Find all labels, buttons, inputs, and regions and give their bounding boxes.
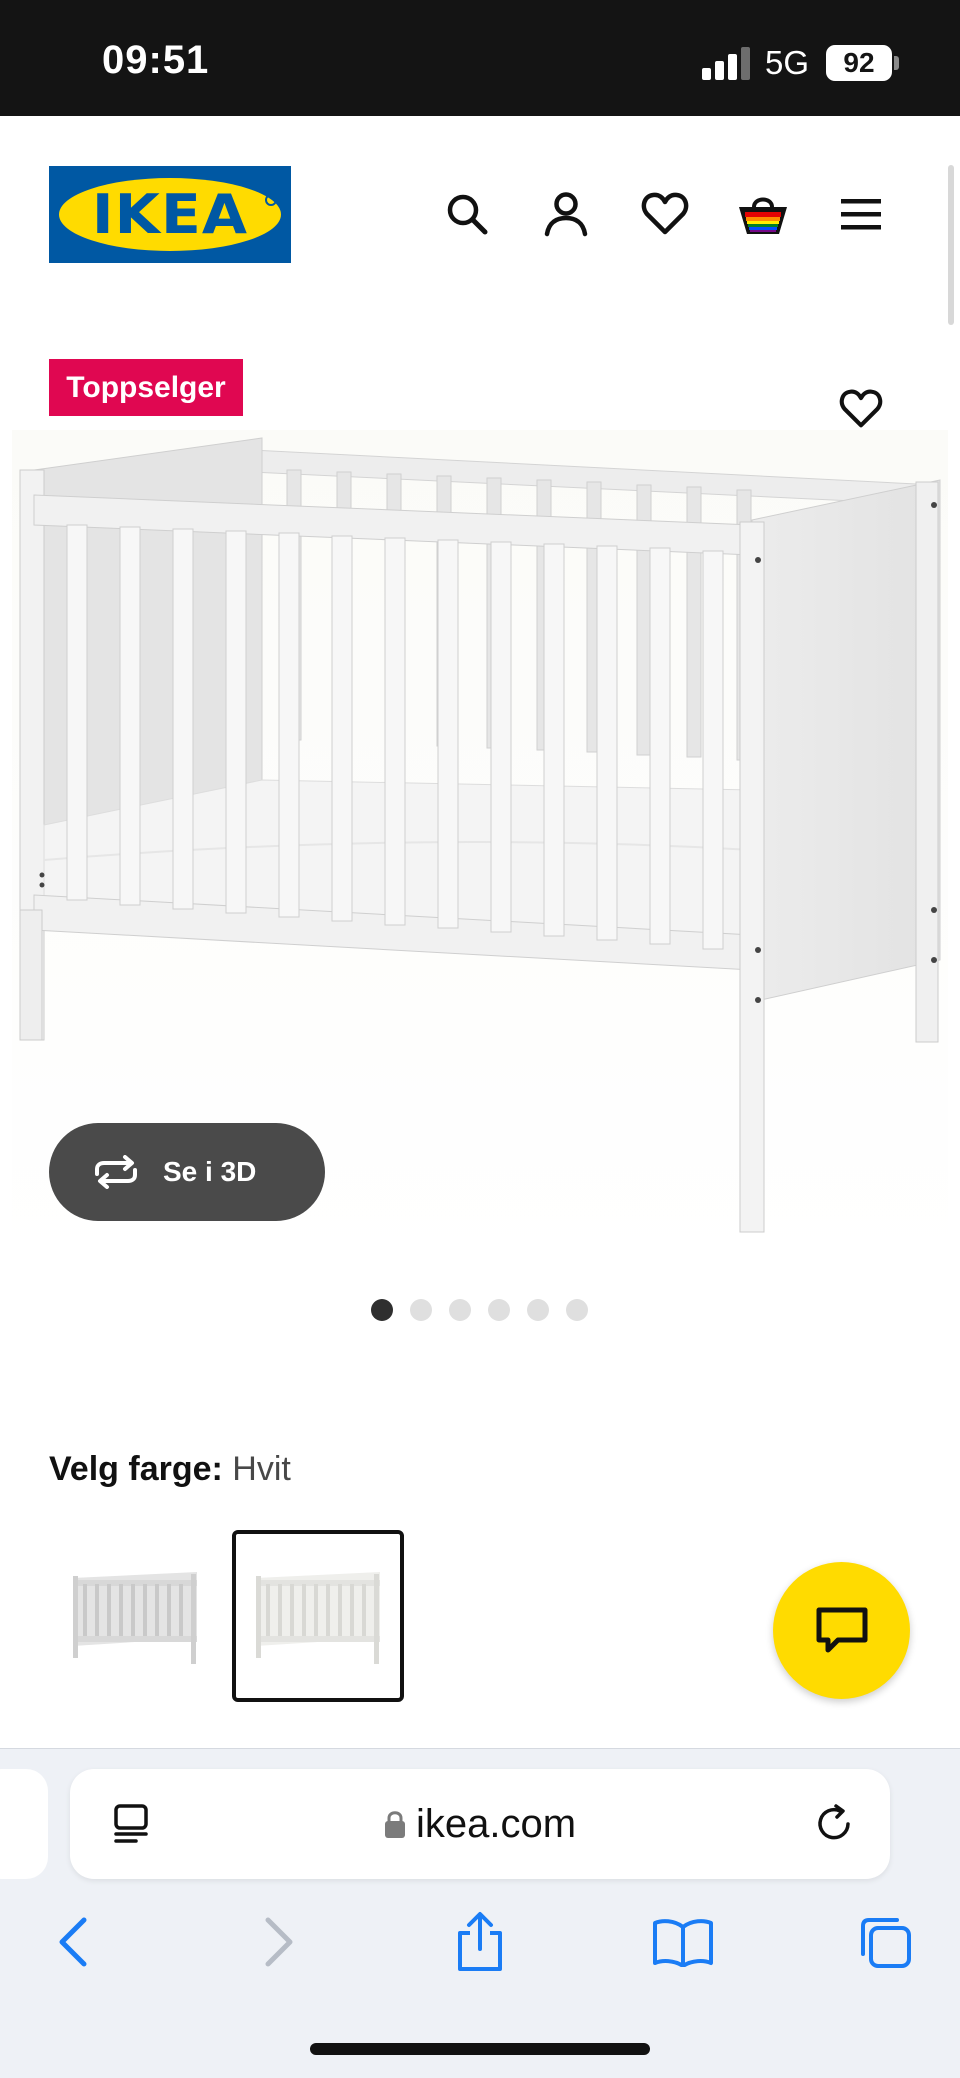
ikea-logo[interactable]: IKEA [49, 166, 291, 263]
view-in-3d-label: Se i 3D [163, 1156, 257, 1187]
lock-icon [384, 1811, 405, 1838]
home-indicator [310, 2043, 650, 2055]
carousel-dot[interactable] [566, 1299, 588, 1321]
battery-icon [894, 56, 899, 70]
rotate-3d-icon [95, 1155, 137, 1189]
color-swatch-2-selected[interactable] [232, 1530, 404, 1702]
color-swatch-1[interactable] [49, 1530, 221, 1702]
favourites-icon[interactable] [633, 182, 697, 246]
color-label-key: Velg farge: [49, 1450, 223, 1488]
menu-icon[interactable] [829, 182, 893, 246]
previous-tab-preview[interactable] [0, 1769, 48, 1879]
reload-icon[interactable] [814, 1802, 858, 1846]
site-header: IKEA [0, 116, 960, 316]
url-text: ikea.com [415, 1801, 577, 1846]
battery-level: 92 [826, 45, 892, 81]
carousel-dot[interactable] [488, 1299, 510, 1321]
status-time: 09:51 [102, 38, 210, 82]
back-icon[interactable] [38, 1907, 108, 1977]
logo-text: IKEA [91, 183, 249, 246]
share-icon[interactable] [445, 1907, 515, 1977]
address-bar[interactable]: ikea.com [70, 1769, 890, 1879]
carousel-dot[interactable] [449, 1299, 471, 1321]
account-icon[interactable] [534, 182, 598, 246]
shopping-bag-icon[interactable] [731, 182, 795, 246]
status-bar: 09:51 5G 92 [0, 0, 960, 116]
chat-button[interactable] [773, 1562, 910, 1699]
product-favourite-icon[interactable] [832, 380, 890, 438]
carousel-pagination [371, 1299, 588, 1321]
chat-icon [816, 1607, 867, 1652]
cellular-signal-icon [702, 46, 750, 80]
tabs-icon[interactable] [850, 1907, 920, 1977]
crib-thumbnail [73, 1572, 197, 1664]
browser-toolbar: ikea.com [0, 1748, 960, 2078]
crib-thumbnail [256, 1572, 380, 1664]
toppselger-badge: Toppselger [49, 359, 243, 416]
view-in-3d-button[interactable]: Se i 3D [49, 1123, 325, 1221]
network-type: 5G [765, 44, 810, 81]
bookmarks-icon[interactable] [648, 1907, 718, 1977]
carousel-dot[interactable] [410, 1299, 432, 1321]
url-display: ikea.com [70, 1769, 890, 1879]
search-icon[interactable] [435, 182, 499, 246]
color-selection-label: Velg farge: Hvit [49, 1450, 291, 1489]
forward-icon[interactable] [244, 1907, 314, 1977]
carousel-dot[interactable] [527, 1299, 549, 1321]
color-label-value: Hvit [232, 1450, 291, 1488]
carousel-dot[interactable] [371, 1299, 393, 1321]
registered-mark-icon [265, 194, 277, 206]
page-scrollbar[interactable] [948, 165, 954, 325]
